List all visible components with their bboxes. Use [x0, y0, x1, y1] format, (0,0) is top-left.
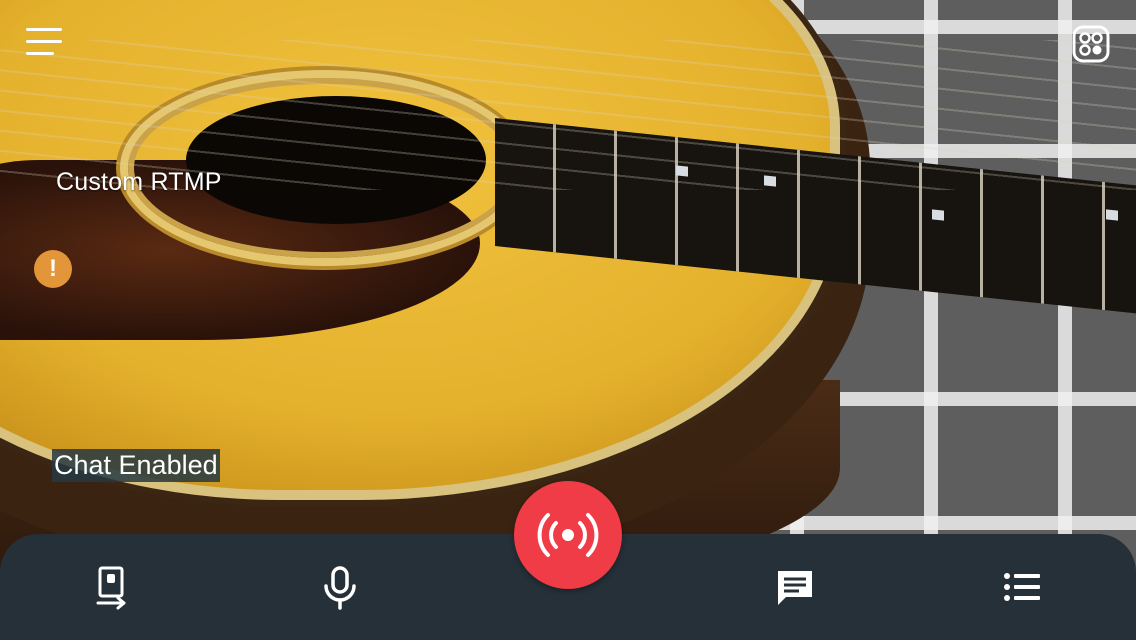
- hamburger-line: [26, 40, 62, 43]
- chat-icon: [778, 571, 812, 605]
- microphone-icon: [324, 566, 356, 610]
- list-icon: [1004, 573, 1040, 601]
- menu-button[interactable]: [26, 28, 62, 56]
- chat-status-label: Chat Enabled: [52, 449, 220, 482]
- hamburger-line: [26, 52, 54, 55]
- service-name-label: Custom RTMP: [56, 168, 222, 196]
- preview-inlay: [1106, 209, 1118, 221]
- chat-button[interactable]: [773, 566, 817, 610]
- broadcast-icon: [537, 513, 599, 557]
- go-live-button[interactable]: [514, 481, 622, 589]
- microphone-button[interactable]: [318, 566, 362, 610]
- hamburger-menu-icon: [26, 28, 62, 31]
- exclamation-icon[interactable]: !: [34, 250, 72, 288]
- phone-orientation-icon: [96, 566, 126, 610]
- preview-inlay: [932, 209, 944, 221]
- list-button[interactable]: [1000, 566, 1044, 610]
- switch-camera-button[interactable]: [1072, 25, 1110, 63]
- orientation-button[interactable]: [90, 566, 134, 610]
- switch-camera-icon: [1072, 25, 1110, 63]
